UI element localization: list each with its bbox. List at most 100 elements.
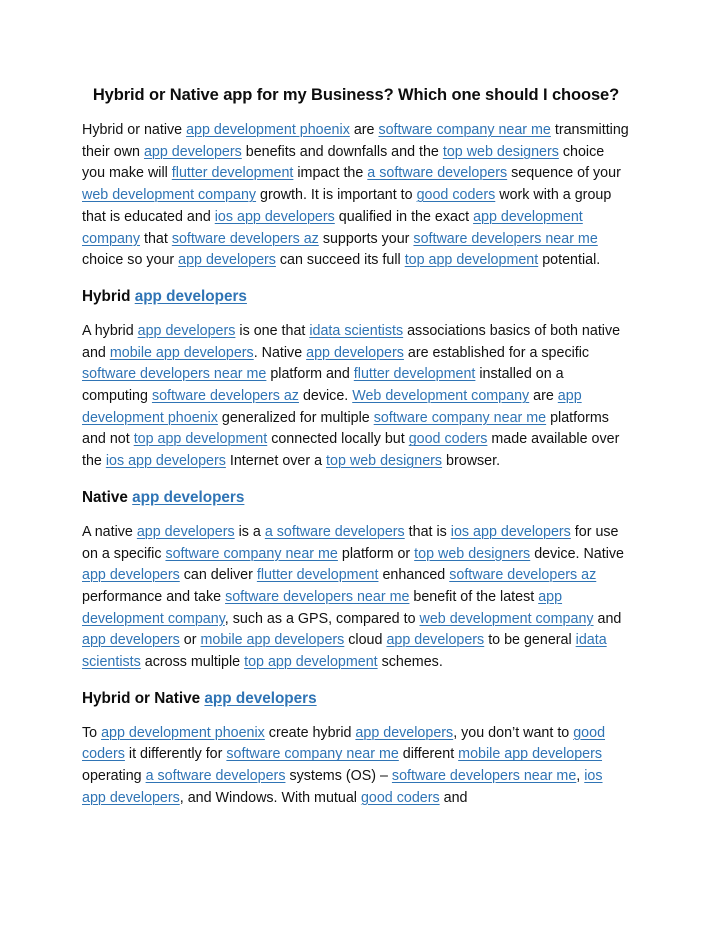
hyperlink[interactable]: app developers bbox=[82, 632, 180, 648]
text-run: growth. It is important to bbox=[256, 187, 417, 204]
text-run: supports your bbox=[318, 230, 414, 247]
hyperlink[interactable]: app developers bbox=[178, 252, 276, 268]
hyperlink[interactable]: Web development company bbox=[352, 388, 529, 404]
text-run: performance and take bbox=[82, 588, 226, 605]
text-run: A hybrid bbox=[82, 322, 138, 339]
hyperlink[interactable]: ios app developers bbox=[215, 209, 335, 225]
page-title: Hybrid or Native app for my Business? Wh… bbox=[92, 86, 620, 104]
text-run: browser. bbox=[442, 453, 501, 470]
text-run: platform and bbox=[266, 366, 354, 383]
hyperlink[interactable]: app developers bbox=[355, 725, 453, 741]
hyperlink[interactable]: app developers bbox=[204, 690, 316, 707]
document-page: Hybrid or Native app for my Business? Wh… bbox=[0, 0, 720, 931]
text-run: device. bbox=[298, 388, 353, 405]
text-run: is a bbox=[234, 523, 265, 540]
text-run: it differently for bbox=[124, 746, 227, 763]
hyperlink[interactable]: app developers bbox=[132, 489, 244, 506]
text-run: benefits and downfalls and the bbox=[241, 143, 443, 160]
text-run: benefit of the latest bbox=[409, 588, 539, 605]
hyperlink[interactable]: web development company bbox=[420, 611, 594, 627]
hyperlink[interactable]: top app development bbox=[134, 431, 268, 447]
text-run: Hybrid or Native bbox=[82, 689, 205, 707]
text-run: enhanced bbox=[378, 567, 450, 584]
text-run: operating bbox=[82, 768, 146, 785]
hyperlink[interactable]: app development phoenix bbox=[101, 725, 265, 741]
hyperlink[interactable]: top web designers bbox=[326, 453, 442, 469]
hyperlink[interactable]: app developers bbox=[135, 288, 247, 305]
hyperlink[interactable]: app developers bbox=[138, 323, 236, 339]
hyperlink[interactable]: app developers bbox=[144, 144, 242, 160]
hyperlink[interactable]: software developers az bbox=[172, 231, 319, 247]
text-run: systems (OS) – bbox=[285, 768, 392, 785]
text-run: , you don’t want to bbox=[453, 724, 574, 741]
hyperlink[interactable]: app development phoenix bbox=[186, 122, 350, 138]
hyperlink[interactable]: good coders bbox=[409, 431, 488, 447]
hyperlink[interactable]: good coders bbox=[417, 187, 496, 203]
text-run: connected locally but bbox=[267, 431, 409, 448]
hyperlink[interactable]: software company near me bbox=[378, 122, 550, 138]
hybrid-paragraph: A hybrid app developers is one that idat… bbox=[82, 321, 630, 473]
hyperlink[interactable]: top web designers bbox=[414, 546, 530, 562]
text-run: cloud bbox=[344, 632, 387, 649]
hyperlink[interactable]: a software developers bbox=[265, 524, 405, 540]
hyperlink[interactable]: software developers near me bbox=[413, 231, 597, 247]
hyperlink[interactable]: software developers near me bbox=[82, 366, 266, 382]
hyperlink[interactable]: software developers az bbox=[152, 388, 299, 404]
hyperlink[interactable]: flutter development bbox=[172, 165, 294, 181]
hyperlink[interactable]: top app development bbox=[405, 252, 539, 268]
native-paragraph: A native app developers is a a software … bbox=[82, 522, 630, 674]
hyperlink[interactable]: flutter development bbox=[257, 567, 379, 583]
text-run: choice so your bbox=[82, 252, 179, 269]
hyperlink[interactable]: software company near me bbox=[226, 746, 398, 762]
text-run: are established for a specific bbox=[403, 344, 590, 361]
heading-native: Native app developers bbox=[82, 487, 630, 509]
hyperlink[interactable]: a software developers bbox=[146, 768, 286, 784]
text-run: that bbox=[140, 230, 172, 247]
text-run: device. Native bbox=[530, 545, 624, 562]
hyperlink[interactable]: idata scientists bbox=[309, 323, 403, 339]
text-run: Internet over a bbox=[225, 453, 327, 470]
hyperlink[interactable]: a software developers bbox=[367, 165, 507, 181]
hyperlink[interactable]: ios app developers bbox=[106, 453, 226, 469]
hyperlink[interactable]: web development company bbox=[82, 187, 256, 203]
hyperlink[interactable]: software company near me bbox=[374, 410, 546, 426]
text-run: , such as a GPS, compared to bbox=[224, 610, 420, 627]
text-run: platform or bbox=[337, 545, 415, 562]
hyperlink[interactable]: ios app developers bbox=[451, 524, 571, 540]
hyperlink[interactable]: mobile app developers bbox=[110, 345, 254, 361]
hyperlink[interactable]: mobile app developers bbox=[200, 632, 344, 648]
hyperlink[interactable]: software company near me bbox=[165, 546, 337, 562]
hyperlink[interactable]: app developers bbox=[306, 345, 404, 361]
text-run: to be general bbox=[484, 632, 576, 649]
hyperlink[interactable]: software developers near me bbox=[225, 589, 409, 605]
text-run: Hybrid bbox=[82, 287, 135, 305]
hyperlink[interactable]: flutter development bbox=[354, 366, 476, 382]
hyperlink[interactable]: good coders bbox=[361, 790, 440, 806]
heading-hybrid-or-native: Hybrid or Native app developers bbox=[82, 688, 630, 710]
text-run: that is bbox=[404, 523, 451, 540]
text-run: schemes. bbox=[377, 654, 443, 671]
hyperlink[interactable]: app developers bbox=[137, 524, 235, 540]
text-run: qualified in the exact bbox=[334, 208, 474, 225]
hyperlink[interactable]: top app development bbox=[244, 654, 378, 670]
text-run: sequence of your bbox=[507, 165, 621, 182]
text-run: and bbox=[439, 789, 468, 806]
text-run: Hybrid or native bbox=[82, 122, 187, 138]
hyperlink[interactable]: mobile app developers bbox=[458, 746, 602, 762]
text-run: generalized for multiple bbox=[217, 409, 374, 426]
text-run: . Native bbox=[253, 344, 307, 361]
document-body: Hybrid or native app development phoenix… bbox=[82, 120, 630, 810]
text-run: across multiple bbox=[140, 654, 245, 671]
text-run: , and Windows. With mutual bbox=[179, 789, 361, 806]
text-run: can succeed its full bbox=[275, 252, 405, 269]
text-run: potential. bbox=[538, 252, 601, 269]
hyperlink[interactable]: top web designers bbox=[443, 144, 559, 160]
text-run: different bbox=[398, 746, 459, 763]
heading-hybrid: Hybrid app developers bbox=[82, 286, 630, 308]
hyperlink[interactable]: software developers near me bbox=[392, 768, 576, 784]
text-run: and bbox=[593, 610, 622, 627]
hyperlink[interactable]: software developers az bbox=[449, 567, 596, 583]
text-run: To bbox=[82, 724, 102, 741]
hyperlink[interactable]: app developers bbox=[82, 567, 180, 583]
hyperlink[interactable]: app developers bbox=[386, 632, 484, 648]
